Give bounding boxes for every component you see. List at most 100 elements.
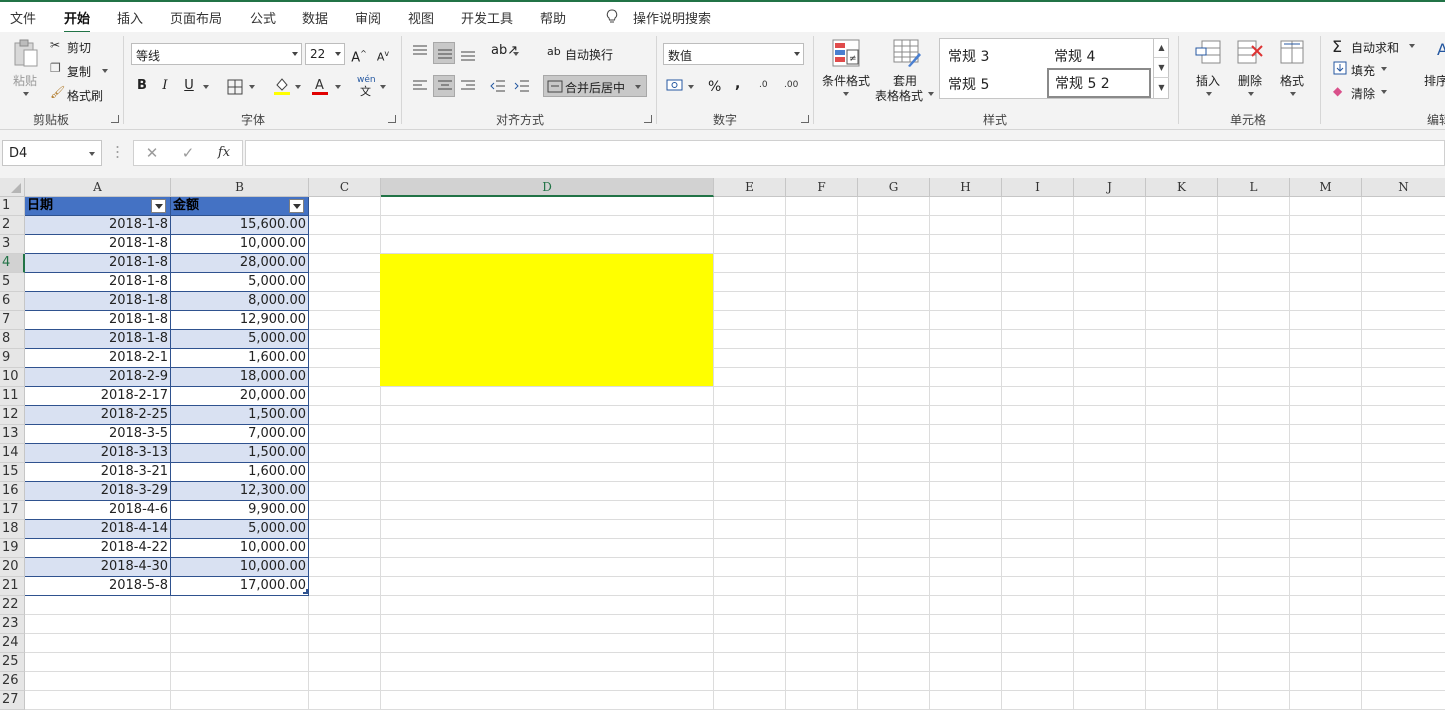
row-header-10[interactable]: 10 [0,368,25,387]
cell-g27[interactable] [858,691,930,710]
cell-a15[interactable]: 2018-3-21 [25,463,171,482]
row-header-20[interactable]: 20 [0,558,25,577]
align-bottom-icon[interactable] [460,47,476,61]
cell-f20[interactable] [786,558,858,577]
cell-b13[interactable]: 7,000.00 [171,425,309,444]
cell-l27[interactable] [1218,691,1290,710]
cell-k13[interactable] [1146,425,1218,444]
cell-d25[interactable] [381,653,714,672]
cell-b14[interactable]: 1,500.00 [171,444,309,463]
highlighted-range-d4-d10[interactable] [380,254,713,386]
cell-a3[interactable]: 2018-1-8 [25,235,171,254]
cell-f18[interactable] [786,520,858,539]
row-header-1[interactable]: 1 [0,197,25,216]
column-header-j[interactable]: J [1074,178,1146,197]
cell-n3[interactable] [1362,235,1445,254]
cell-m6[interactable] [1290,292,1362,311]
cell-a8[interactable]: 2018-1-8 [25,330,171,349]
cell-b20[interactable]: 10,000.00 [171,558,309,577]
copy-button[interactable]: 复制 [67,63,91,80]
cell-m7[interactable] [1290,311,1362,330]
cell-l11[interactable] [1218,387,1290,406]
cell-f14[interactable] [786,444,858,463]
column-header-c[interactable]: C [309,178,381,197]
cell-n14[interactable] [1362,444,1445,463]
cell-l22[interactable] [1218,596,1290,615]
column-header-d[interactable]: D [381,178,714,197]
cell-j24[interactable] [1074,634,1146,653]
column-header-b[interactable]: B [171,178,309,197]
borders-icon[interactable] [227,79,243,95]
cell-m21[interactable] [1290,577,1362,596]
orientation-dropdown-caret[interactable] [513,52,519,56]
cell-m19[interactable] [1290,539,1362,558]
cell-m9[interactable] [1290,349,1362,368]
delete-cells-button[interactable]: 删除 [1238,72,1262,89]
cell-i17[interactable] [1002,501,1074,520]
cut-icon[interactable]: ✂ [50,38,60,52]
cell-a9[interactable]: 2018-2-1 [25,349,171,368]
cell-b25[interactable] [171,653,309,672]
cell-n9[interactable] [1362,349,1445,368]
cell-i15[interactable] [1002,463,1074,482]
cell-j17[interactable] [1074,501,1146,520]
cell-a4[interactable]: 2018-1-8 [25,254,171,273]
font-color-icon[interactable]: A [311,76,329,96]
cell-i20[interactable] [1002,558,1074,577]
cell-n5[interactable] [1362,273,1445,292]
cell-a2[interactable]: 2018-1-8 [25,216,171,235]
cell-j25[interactable] [1074,653,1146,672]
insert-dropdown-caret[interactable] [1206,92,1212,96]
cell-j11[interactable] [1074,387,1146,406]
cell-l21[interactable] [1218,577,1290,596]
cell-g19[interactable] [858,539,930,558]
cell-c3[interactable] [309,235,381,254]
cell-g26[interactable] [858,672,930,691]
cell-j6[interactable] [1074,292,1146,311]
filter-dropdown-icon[interactable] [151,199,166,213]
cell-f26[interactable] [786,672,858,691]
format-dropdown-caret[interactable] [1290,92,1296,96]
name-box[interactable]: D4 [2,140,102,166]
paste-button[interactable]: 粘贴 [13,72,37,89]
cell-j12[interactable] [1074,406,1146,425]
tab-developer[interactable]: 开发工具 [461,8,513,27]
row-header-2[interactable]: 2 [0,216,25,235]
number-launcher[interactable] [801,115,809,123]
column-header-a[interactable]: A [25,178,171,197]
insert-function-icon[interactable]: fx [212,143,236,163]
cell-k24[interactable] [1146,634,1218,653]
delete-cells-icon[interactable] [1236,38,1264,66]
cell-h6[interactable] [930,292,1002,311]
align-left-icon[interactable] [412,79,428,93]
cell-g1[interactable] [858,197,930,216]
cell-b27[interactable] [171,691,309,710]
cell-b10[interactable]: 18,000.00 [171,368,309,387]
cell-k21[interactable] [1146,577,1218,596]
row-header-12[interactable]: 12 [0,406,25,425]
cell-m25[interactable] [1290,653,1362,672]
cell-g18[interactable] [858,520,930,539]
cell-l14[interactable] [1218,444,1290,463]
cell-n2[interactable] [1362,216,1445,235]
font-color-dropdown-caret[interactable] [335,85,341,89]
format-painter-icon[interactable]: 🖌 [50,85,65,99]
cell-l3[interactable] [1218,235,1290,254]
cell-h4[interactable] [930,254,1002,273]
cell-e24[interactable] [714,634,786,653]
column-header-h[interactable]: H [930,178,1002,197]
cell-a10[interactable]: 2018-2-9 [25,368,171,387]
cell-g10[interactable] [858,368,930,387]
increase-font-icon[interactable]: A^ [348,43,370,65]
cell-i18[interactable] [1002,520,1074,539]
alignment-launcher[interactable] [644,115,652,123]
cell-k12[interactable] [1146,406,1218,425]
cell-h7[interactable] [930,311,1002,330]
cell-e11[interactable] [714,387,786,406]
cell-k11[interactable] [1146,387,1218,406]
cell-g6[interactable] [858,292,930,311]
cell-h9[interactable] [930,349,1002,368]
cell-i8[interactable] [1002,330,1074,349]
cell-i7[interactable] [1002,311,1074,330]
cell-h16[interactable] [930,482,1002,501]
